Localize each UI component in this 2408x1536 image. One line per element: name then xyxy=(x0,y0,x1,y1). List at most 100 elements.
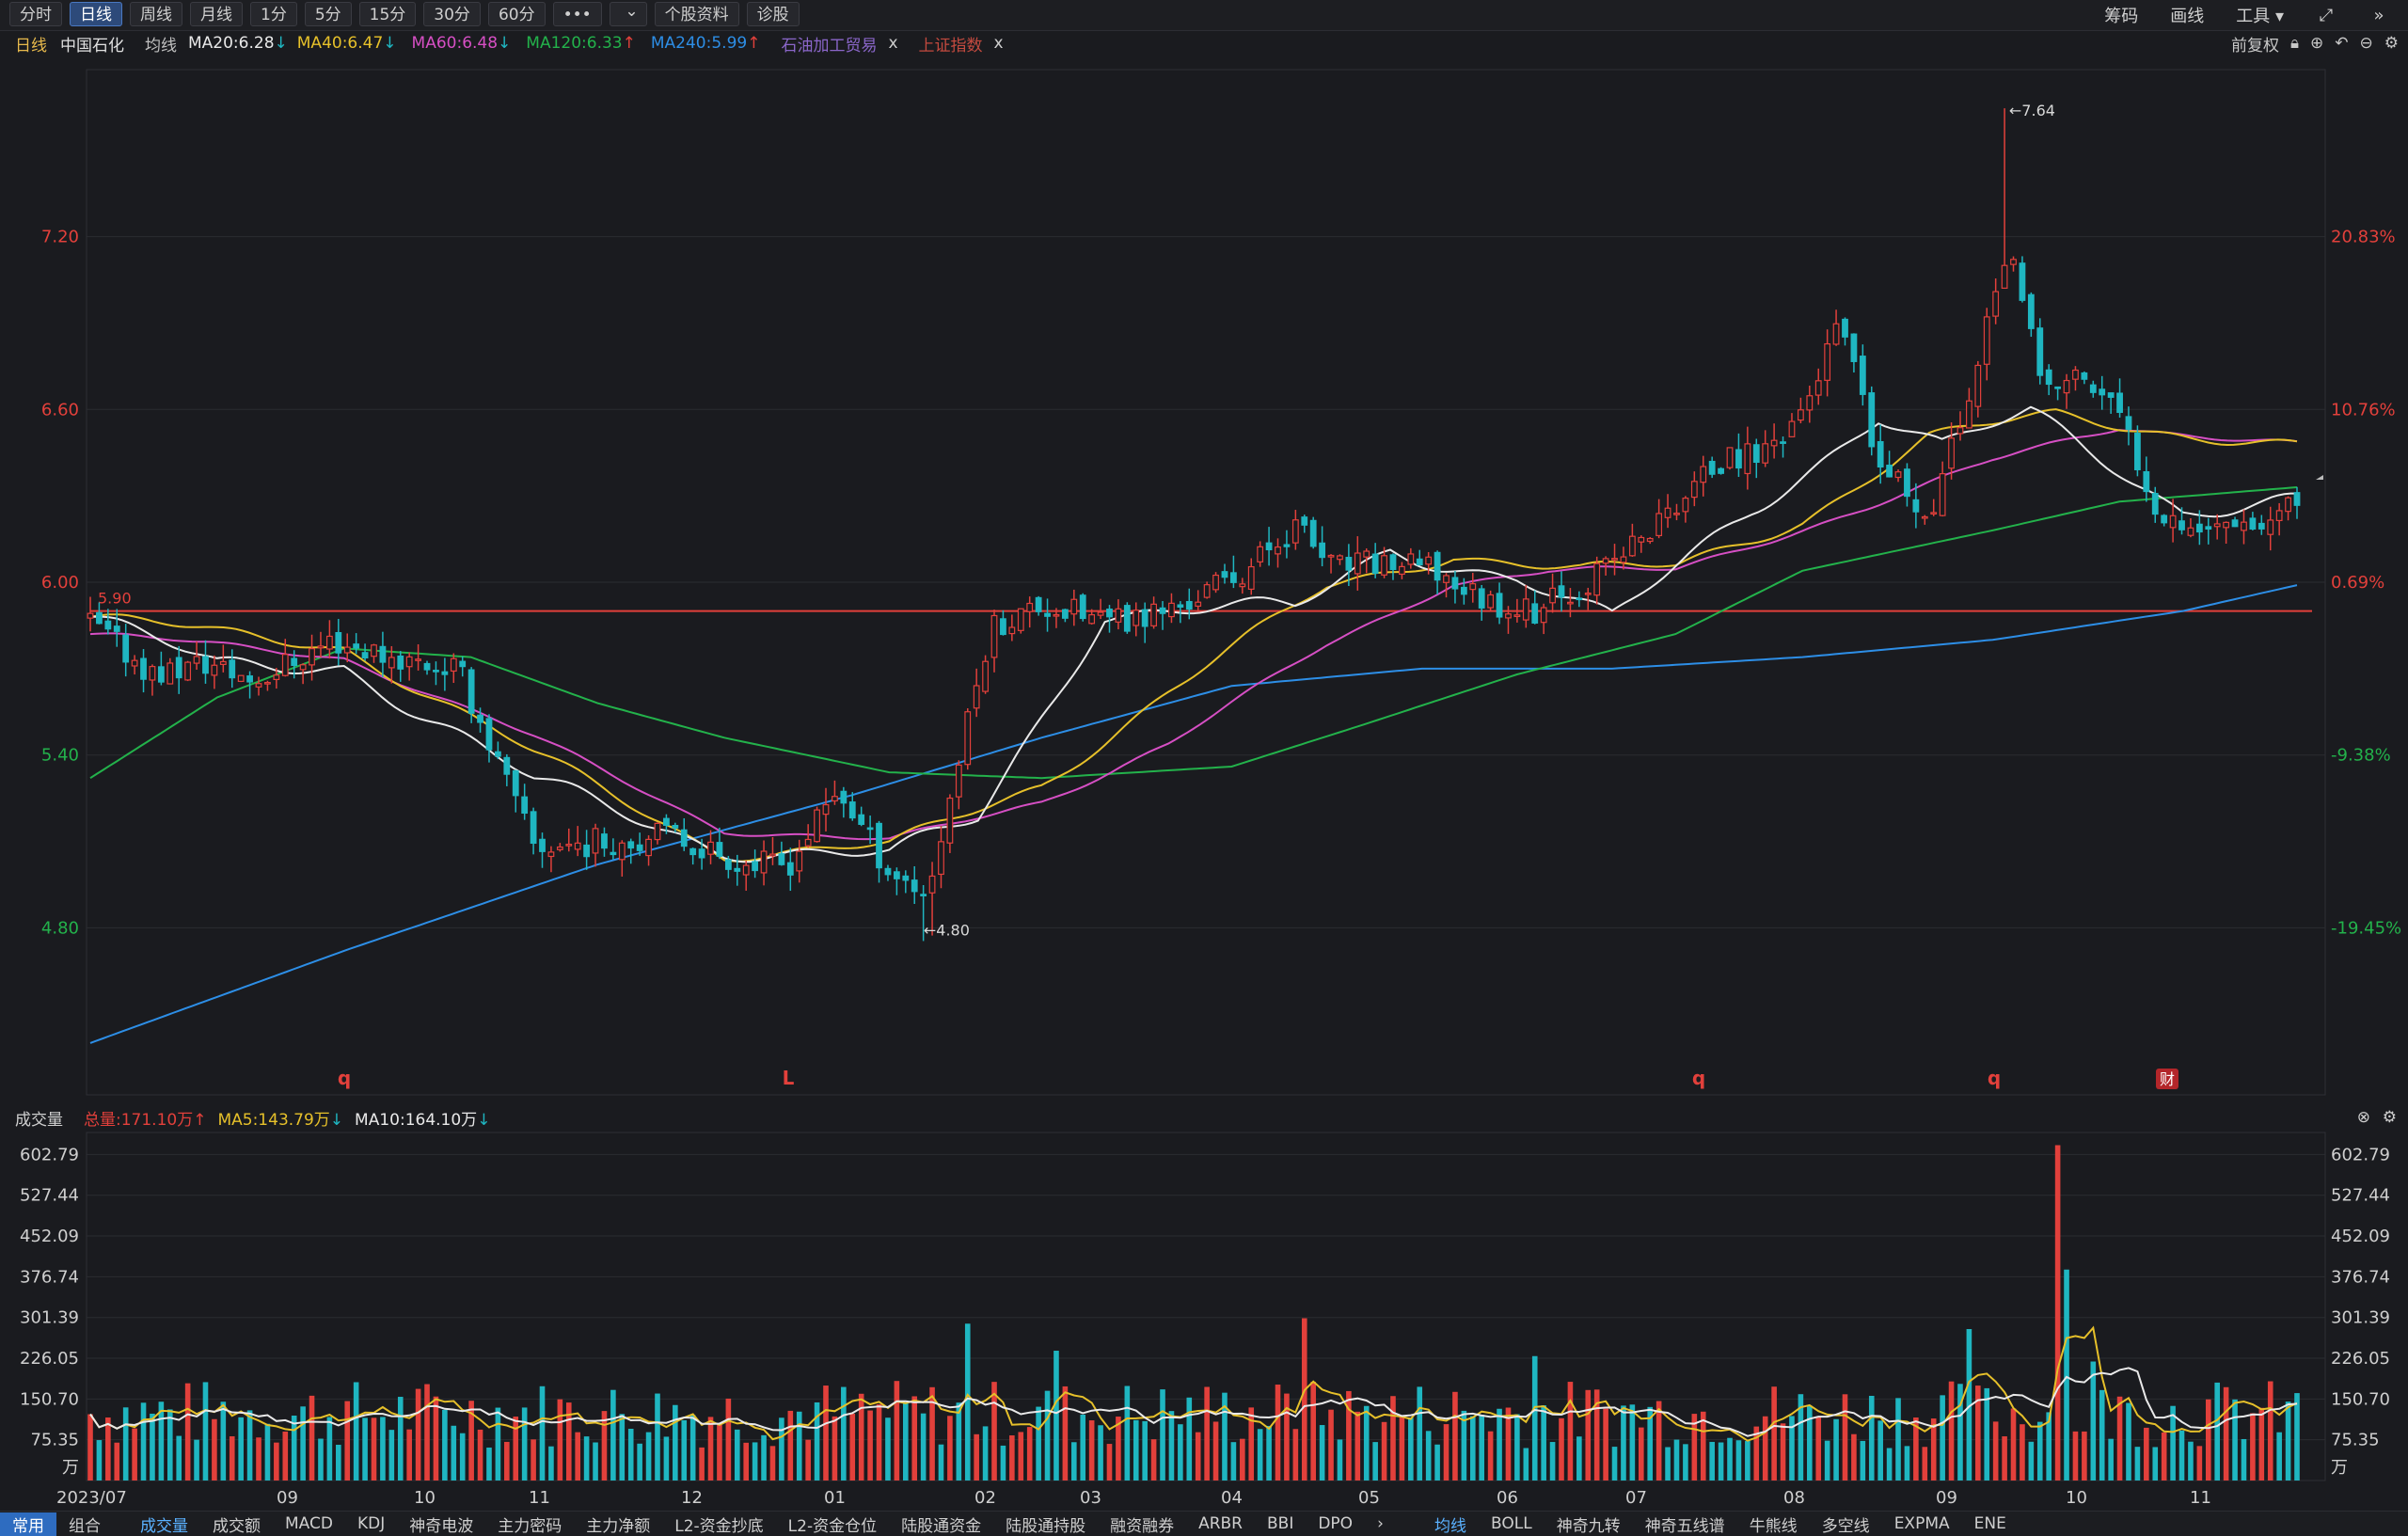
candle-body[interactable] xyxy=(1203,584,1211,598)
volume-bar[interactable] xyxy=(982,1426,989,1481)
candle-body[interactable] xyxy=(2161,515,2168,524)
candle-body[interactable] xyxy=(2169,515,2177,529)
candle-body[interactable] xyxy=(1656,513,1663,537)
candle-body[interactable] xyxy=(724,859,732,870)
candle-body[interactable] xyxy=(343,646,351,654)
volume-bar[interactable] xyxy=(673,1404,678,1481)
volume-bar[interactable] xyxy=(2002,1436,2007,1481)
volume-bar[interactable] xyxy=(1204,1386,1210,1481)
volume-bar[interactable] xyxy=(787,1410,794,1481)
candle-body[interactable] xyxy=(858,814,865,825)
volume-bar[interactable] xyxy=(2010,1408,2017,1481)
volume-bar[interactable] xyxy=(1824,1440,1830,1481)
volume-bar[interactable] xyxy=(326,1417,333,1481)
volume-bar[interactable] xyxy=(1399,1417,1405,1481)
volume-bar[interactable] xyxy=(2214,1382,2221,1481)
volume-bar[interactable] xyxy=(140,1402,147,1481)
volume-bar[interactable] xyxy=(256,1437,261,1481)
volume-bar[interactable] xyxy=(1497,1408,1502,1481)
candle-body[interactable] xyxy=(450,657,457,673)
volume-bar[interactable] xyxy=(1195,1432,1201,1481)
volume-bar[interactable] xyxy=(1018,1432,1024,1481)
candle-body[interactable] xyxy=(1115,608,1122,623)
volume-bar[interactable] xyxy=(1807,1405,1813,1481)
candle-body[interactable] xyxy=(866,827,874,831)
right-6[interactable]: EXPMA xyxy=(1882,1514,1962,1533)
candle-body[interactable] xyxy=(237,674,245,682)
volume-bar[interactable] xyxy=(114,1442,120,1481)
candle-body[interactable] xyxy=(734,867,741,872)
candle-body[interactable] xyxy=(716,842,723,857)
tab-1[interactable]: 日线 xyxy=(70,2,122,26)
volume-bar[interactable] xyxy=(1559,1417,1564,1481)
event-mark[interactable]: q xyxy=(1988,1067,2001,1089)
volume-bar[interactable] xyxy=(2285,1401,2291,1481)
candle-body[interactable] xyxy=(1097,611,1104,616)
candle-body[interactable] xyxy=(2258,522,2265,530)
candle-body[interactable] xyxy=(1912,499,1920,513)
stock-name[interactable]: 中国石化 xyxy=(60,32,124,55)
volume-bar[interactable] xyxy=(557,1399,563,1481)
volume-bar[interactable] xyxy=(1292,1429,1299,1481)
candle-body[interactable] xyxy=(769,853,776,857)
candle-body[interactable] xyxy=(1850,333,1858,362)
volume-bar[interactable] xyxy=(184,1383,191,1481)
candle-body[interactable] xyxy=(2001,264,2008,289)
indicators-9[interactable]: 陆股通资金 xyxy=(889,1512,993,1536)
candle-body[interactable] xyxy=(1965,400,1972,429)
volume-bar[interactable] xyxy=(336,1445,341,1481)
candle-body[interactable] xyxy=(1195,601,1202,608)
candle-body[interactable] xyxy=(1177,604,1184,609)
volume-bar[interactable] xyxy=(300,1406,306,1481)
volume-bar[interactable] xyxy=(1160,1389,1165,1481)
volume-bar[interactable] xyxy=(805,1439,811,1481)
volume-bar[interactable] xyxy=(699,1447,705,1481)
candle-body[interactable] xyxy=(1664,507,1671,518)
candle-body[interactable] xyxy=(2275,510,2283,522)
volume-bar[interactable] xyxy=(1284,1393,1290,1481)
candle-body[interactable] xyxy=(1646,537,1654,543)
volume-bar[interactable] xyxy=(1523,1448,1529,1481)
volume-bar[interactable] xyxy=(2028,1441,2035,1481)
volume-bar[interactable] xyxy=(459,1433,466,1481)
volume-bar[interactable] xyxy=(451,1425,457,1481)
volume-bar[interactable] xyxy=(105,1417,111,1481)
candle-body[interactable] xyxy=(512,769,519,797)
candle-body[interactable] xyxy=(2293,492,2301,506)
volume-bar[interactable] xyxy=(841,1386,847,1481)
candle-body[interactable] xyxy=(530,811,537,845)
zoom-out-icon[interactable]: ⊖ xyxy=(2360,34,2373,53)
candle-body[interactable] xyxy=(1061,609,1069,619)
volume-bar[interactable] xyxy=(282,1432,289,1481)
volume-bar[interactable] xyxy=(1860,1440,1866,1481)
volume-bar[interactable] xyxy=(415,1388,421,1481)
volume-bar[interactable] xyxy=(548,1446,554,1481)
volume-bar[interactable] xyxy=(2267,1381,2273,1481)
candle-body[interactable] xyxy=(778,853,785,865)
indicators-0[interactable]: 成交量 xyxy=(128,1512,200,1536)
volume-bar[interactable] xyxy=(610,1389,616,1481)
volume-bar[interactable] xyxy=(681,1419,688,1481)
volume-bar[interactable] xyxy=(2064,1269,2069,1481)
candle-body[interactable] xyxy=(219,660,227,665)
candle-body[interactable] xyxy=(2054,386,2062,389)
candle-body[interactable] xyxy=(574,842,581,850)
candle-body[interactable] xyxy=(1354,552,1361,575)
candle-body[interactable] xyxy=(876,822,882,869)
volume-bar[interactable] xyxy=(1611,1447,1618,1481)
candle-body[interactable] xyxy=(335,632,342,654)
candle-body[interactable] xyxy=(1309,519,1317,547)
volume-bar[interactable] xyxy=(424,1384,430,1481)
candle-body[interactable] xyxy=(1265,542,1273,551)
candle-body[interactable] xyxy=(1974,364,1982,407)
candle-body[interactable] xyxy=(911,879,918,893)
candle-body[interactable] xyxy=(2267,519,2274,535)
volume-bar[interactable] xyxy=(1514,1414,1520,1481)
candle-body[interactable] xyxy=(1327,554,1335,558)
volume-bar[interactable] xyxy=(132,1428,137,1481)
indicators-5[interactable]: 主力密码 xyxy=(485,1512,574,1536)
volume-bar[interactable] xyxy=(1815,1416,1822,1481)
volume-bar[interactable] xyxy=(894,1381,900,1481)
candle-body[interactable] xyxy=(1133,610,1140,626)
candle-body[interactable] xyxy=(539,838,546,852)
